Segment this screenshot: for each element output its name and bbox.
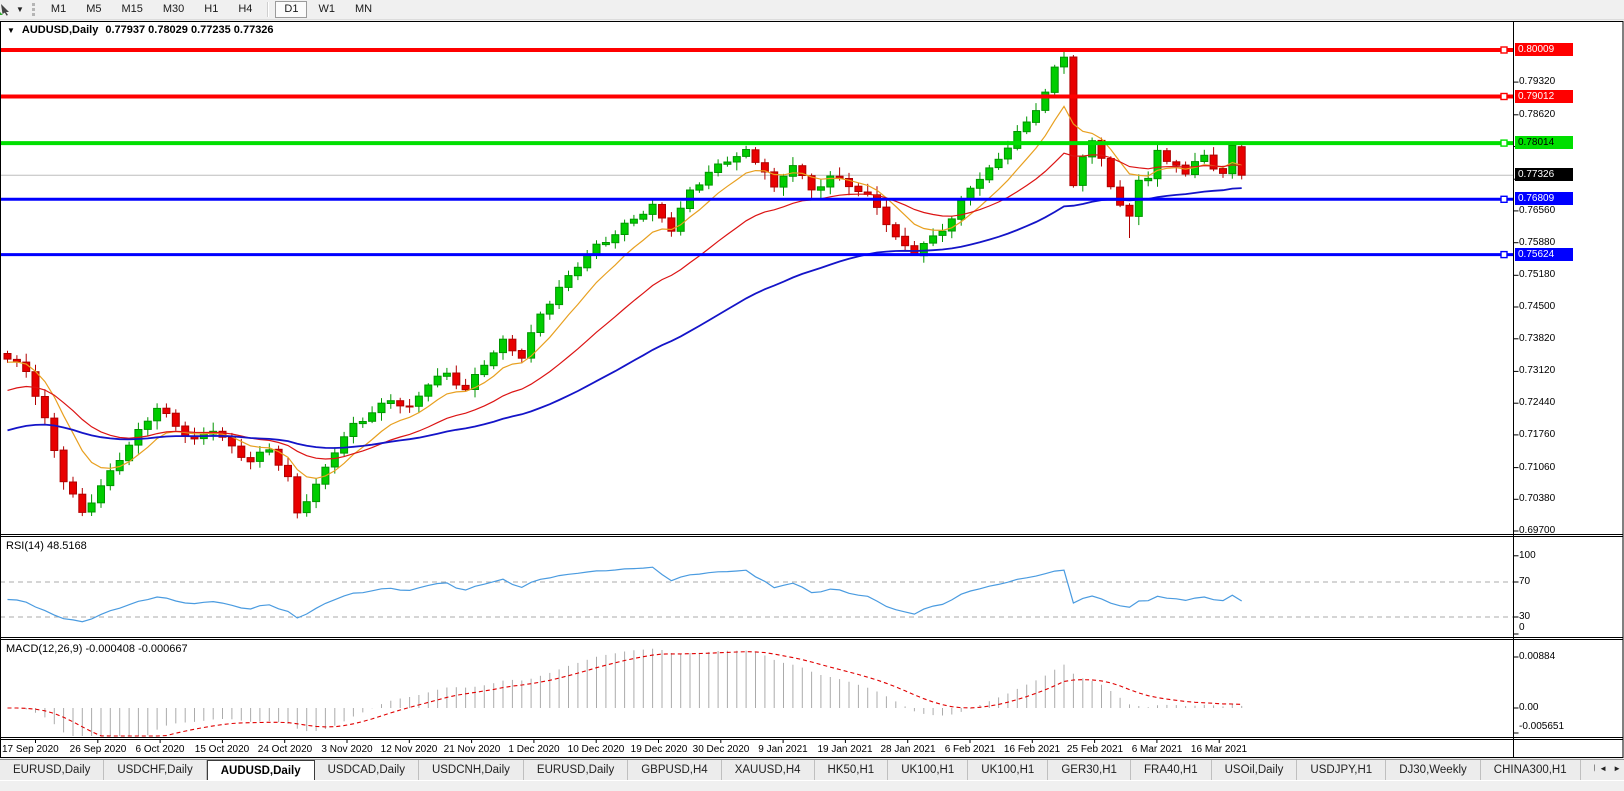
tab-scroll-buttons: ◄ ► <box>1595 764 1621 773</box>
collapse-triangle-icon[interactable]: ▼ <box>7 26 15 35</box>
macd-indicator-label: MACD(12,26,9) -0.000408 -0.000667 <box>6 643 188 655</box>
rsi-layer <box>0 567 1514 622</box>
chart-symbol-title: AUDUSD,Daily <box>22 24 98 36</box>
rsi-indicator-label: RSI(14) 48.5168 <box>6 540 87 552</box>
fast-ma-line <box>8 106 1242 478</box>
chart-canvas[interactable] <box>0 0 1624 791</box>
chart-ohlc-values: 0.77937 0.78029 0.77235 0.77326 <box>105 24 273 36</box>
candles-layer <box>4 50 1245 519</box>
tab-scroll-right-icon[interactable]: ► <box>1613 764 1621 773</box>
tab-scroll-left-icon[interactable]: ◄ <box>1599 764 1607 773</box>
chart-frame <box>0 22 1623 758</box>
mt4-app: ▼ M1M5M15M30H1H4D1W1MN ▼ AUDUSD,Daily 0.… <box>0 0 1624 791</box>
chart-title-row: ▼ AUDUSD,Daily 0.77937 0.78029 0.77235 0… <box>7 24 274 36</box>
macd-layer <box>8 649 1242 736</box>
